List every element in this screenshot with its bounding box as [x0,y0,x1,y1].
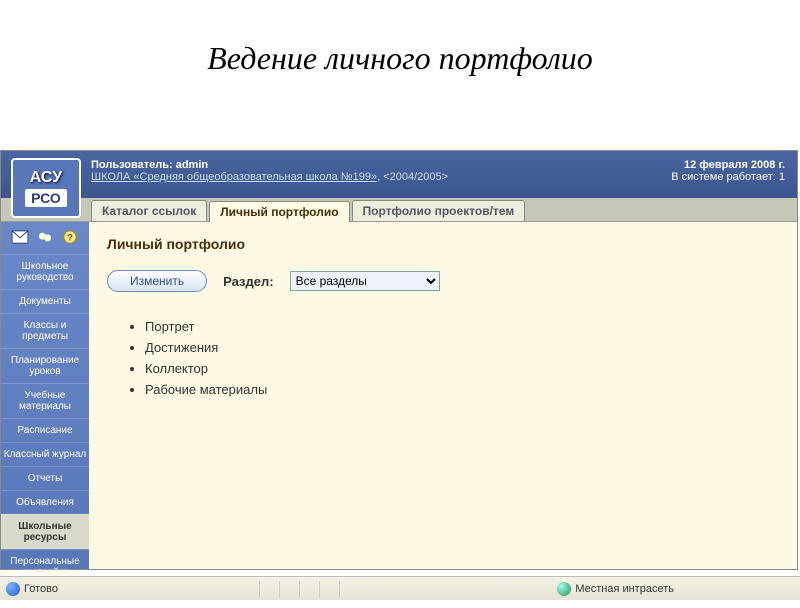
portfolio-list: Портрет Достижения Коллектор Рабочие мат… [145,316,779,400]
tab-projects-portfolio[interactable]: Портфолио проектов/тем [352,200,526,221]
sidebar-item[interactable]: Расписание [1,418,89,442]
section-label: Раздел: [223,274,273,289]
tabs-row: Каталог ссылок Личный портфолио Портфоли… [1,198,797,222]
svg-text:?: ? [67,233,73,244]
online-count: В системе работает: 1 [671,171,785,183]
mail-icon[interactable] [11,230,29,246]
sidebar-item[interactable]: Документы [1,289,89,313]
sidebar-item[interactable]: Школьное руководство [1,254,89,289]
globe-icon [557,582,571,596]
sidebar-item-active[interactable]: Школьные ресурсы [1,514,89,549]
sidebar-item[interactable]: Учебные материалы [1,383,89,418]
forum-icon[interactable] [36,230,54,246]
sidebar-item[interactable]: Классный журнал [1,442,89,466]
list-item[interactable]: Достижения [145,337,779,358]
security-zone: Местная интрасеть [575,583,674,595]
sidebar-item[interactable]: Отчеты [1,466,89,490]
logo-line1: АСУ [30,169,62,187]
slide-title: Ведение личного портфолио [0,0,800,107]
section-select[interactable]: Все разделы [290,271,440,291]
list-item[interactable]: Рабочие материалы [145,379,779,400]
help-icon[interactable]: ? [61,230,79,246]
user-label: Пользователь: admin [91,159,671,171]
status-cells [259,581,357,597]
list-item[interactable]: Портрет [145,316,779,337]
status-ready: Готово [24,583,58,595]
tab-personal-portfolio[interactable]: Личный портфолио [209,201,349,222]
sidebar: ? Школьное руководство Документы Классы … [1,222,89,569]
ie-icon [6,582,20,596]
sidebar-item[interactable]: Планирование уроков [1,348,89,383]
header-date: 12 февраля 2008 г. [671,159,785,171]
logo-line2: РСО [25,189,67,207]
edit-button[interactable]: Изменить [107,270,207,292]
page-heading: Личный портфолио [107,236,779,252]
app-header: Пользователь: admin ШКОЛА «Средняя общео… [1,151,797,198]
app-window: АСУ РСО Пользователь: admin ШКОЛА «Средн… [0,150,798,570]
sidebar-item[interactable]: Объявления [1,490,89,514]
browser-statusbar: Готово Местная интрасеть [0,576,800,600]
school-year: , <2004/2005> [377,171,448,183]
sidebar-item[interactable]: Классы и предметы [1,313,89,348]
main-content: Личный портфолио Изменить Раздел: Все ра… [89,222,797,569]
tab-links-catalog[interactable]: Каталог ссылок [91,200,207,221]
school-link[interactable]: ШКОЛА «Средняя общеобразовательная школа… [91,171,377,183]
app-logo: АСУ РСО [11,158,81,218]
list-item[interactable]: Коллектор [145,358,779,379]
